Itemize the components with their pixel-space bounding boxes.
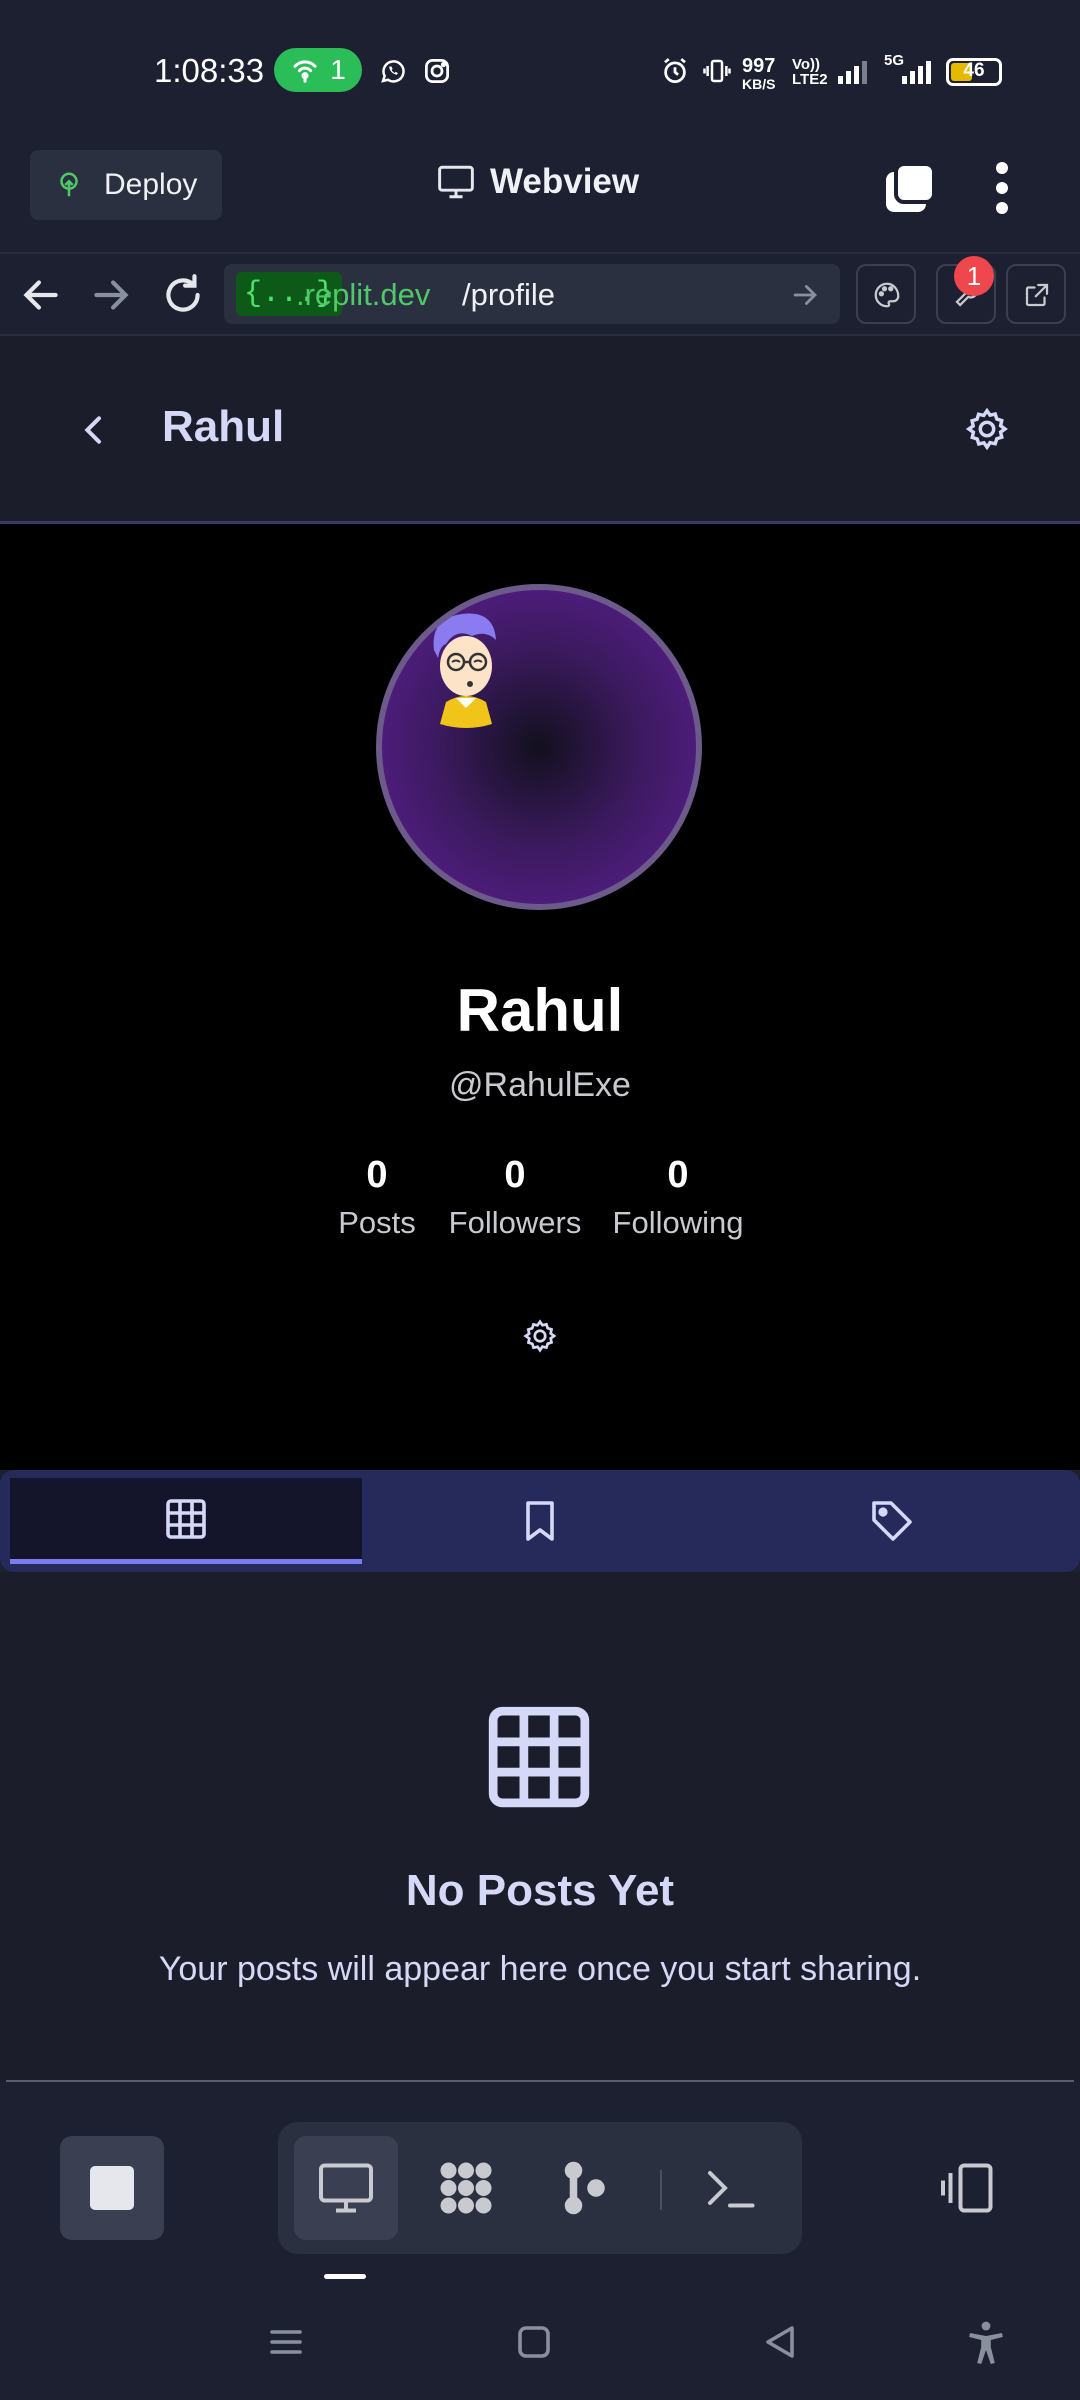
- agent-tool-button[interactable]: [534, 2136, 638, 2240]
- empty-title: No Posts Yet: [405, 1866, 675, 1915]
- palette-icon: [874, 282, 900, 308]
- content-tabs: [0, 1470, 1080, 1572]
- stop-button[interactable]: [60, 2136, 164, 2240]
- all-tools-button[interactable]: [414, 2136, 518, 2240]
- monitor-icon: [319, 2163, 373, 2213]
- webview-label: Webview: [490, 162, 640, 201]
- bookmark-icon: [526, 1501, 554, 1541]
- signal-1-icon: [838, 61, 867, 84]
- tab-tagged[interactable]: [716, 1478, 1068, 1564]
- hotspot-count: 1: [330, 54, 346, 85]
- back-arrow-icon[interactable]: [16, 270, 66, 320]
- shell-tool-button[interactable]: [678, 2136, 782, 2240]
- settings-gear-icon[interactable]: [964, 406, 1010, 452]
- url-domain: .replit.dev: [296, 277, 431, 312]
- webview-tool-button[interactable]: [294, 2136, 398, 2240]
- status-time: 1:08:33: [154, 52, 265, 89]
- volte-line2: LTE2: [792, 71, 828, 88]
- deploy-label: Deploy: [104, 168, 198, 201]
- deploy-icon: [60, 172, 78, 197]
- chevron-left-icon[interactable]: [74, 410, 114, 450]
- profile-section: Rahul @RahulExe 0 Posts 0 Followers 0 Fo…: [0, 524, 1080, 1470]
- open-external-button[interactable]: [1006, 264, 1066, 324]
- replit-dock: [0, 2084, 1080, 2284]
- layout-panel-icon[interactable]: [938, 2158, 998, 2218]
- system-back-icon[interactable]: [756, 2318, 804, 2366]
- status-bar: 1:08:33 1 997 KB/S Vo)) LTE2 5G 46: [0, 0, 1080, 140]
- nodes-icon: [564, 2161, 605, 2215]
- hotspot-pill[interactable]: 1: [274, 48, 362, 92]
- devtools-palette-button[interactable]: [856, 264, 916, 324]
- avatar[interactable]: [376, 584, 702, 910]
- volte-line1: Vo)): [792, 56, 821, 73]
- terminal-icon: [708, 2171, 755, 2208]
- url-path: /profile: [462, 277, 556, 312]
- signal-2-icon: [902, 61, 931, 84]
- accessibility-icon[interactable]: [962, 2318, 1010, 2366]
- more-options-icon[interactable]: [984, 160, 1020, 216]
- external-link-icon: [1025, 283, 1049, 307]
- net-speed-value: 997: [742, 55, 776, 77]
- hotspot-icon: [293, 60, 317, 83]
- divider: [6, 2080, 1074, 2082]
- url-input[interactable]: {...} .replit.dev /profile: [224, 264, 840, 324]
- replit-header: Deploy Webview: [0, 140, 1080, 252]
- tag-icon: [872, 1501, 912, 1541]
- dots-grid-icon: [440, 2162, 492, 2214]
- webview-title: Webview: [436, 162, 639, 202]
- vibrate-icon: [703, 59, 731, 83]
- page-title: Rahul: [162, 402, 285, 451]
- system-nav-bar: [0, 2284, 1080, 2400]
- instagram-icon: [425, 59, 449, 83]
- tool-switcher: [278, 2122, 802, 2254]
- tool-separator: [660, 2170, 662, 2210]
- forward-arrow-icon[interactable]: [86, 270, 136, 320]
- deploy-button[interactable]: Deploy: [30, 150, 222, 220]
- grid-icon: [166, 1498, 206, 1539]
- tab-posts-grid[interactable]: [10, 1478, 362, 1564]
- profile-handle: @RahulExe: [449, 1066, 631, 1104]
- whatsapp-icon: [381, 60, 405, 83]
- tabs-icon[interactable]: [882, 160, 938, 216]
- alarm-icon: [664, 58, 686, 83]
- app-header: Rahul: [0, 336, 1080, 524]
- empty-grid-icon: [488, 1706, 590, 1808]
- reload-icon[interactable]: [158, 270, 208, 320]
- battery-percent: 46: [963, 60, 985, 81]
- net-speed: 997 KB/S: [742, 56, 775, 92]
- stat-following[interactable]: 0 Following: [578, 1154, 778, 1241]
- notification-badge: 1: [954, 256, 994, 296]
- empty-state: No Posts Yet Your posts will appear here…: [0, 1572, 1080, 2082]
- home-icon[interactable]: [510, 2318, 558, 2366]
- profile-name: Rahul: [456, 977, 624, 1044]
- url-row: {...} .replit.dev /profile: [0, 252, 1080, 336]
- avatar-character-image: [433, 613, 496, 728]
- stop-icon: [90, 2166, 134, 2210]
- monitor-icon: [438, 165, 474, 199]
- battery-icon: 46: [946, 58, 1002, 86]
- active-tool-indicator: [324, 2274, 366, 2279]
- stat-following-label: Following: [612, 1205, 744, 1240]
- net-speed-unit: KB/S: [742, 76, 776, 92]
- profile-settings-gear-icon[interactable]: [522, 1318, 558, 1354]
- stat-following-value: 0: [667, 1154, 689, 1196]
- url-go-icon[interactable]: [788, 278, 822, 312]
- recent-apps-icon[interactable]: [262, 2318, 310, 2366]
- empty-subtitle: Your posts will appear here once you sta…: [158, 1950, 922, 1988]
- volte-indicator: Vo)) LTE2: [792, 57, 828, 87]
- tab-saved[interactable]: [364, 1478, 716, 1564]
